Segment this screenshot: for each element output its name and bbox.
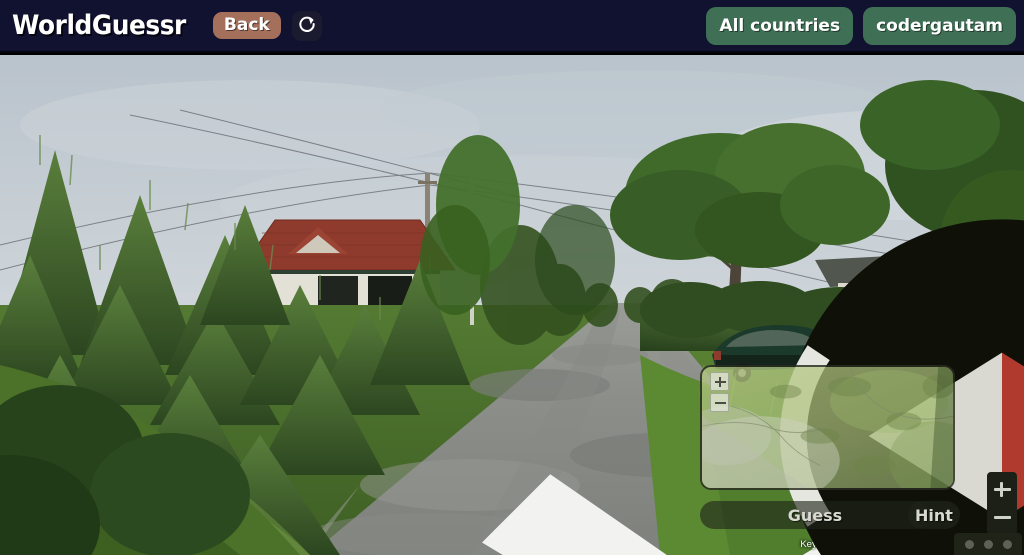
all-countries-button[interactable]: All countries — [706, 6, 854, 45]
back-button[interactable]: Back — [212, 12, 281, 39]
minimap-zoom-in-button[interactable] — [710, 372, 729, 391]
minimap-zoom-out-button[interactable] — [710, 393, 729, 412]
street-view-zoom-out-button[interactable] — [993, 508, 1012, 527]
compass-control[interactable] — [779, 218, 1024, 555]
reload-button[interactable] — [291, 10, 322, 41]
guess-minimap[interactable] — [700, 365, 955, 490]
minimap-satellite-image — [702, 367, 953, 488]
refresh-icon — [297, 14, 317, 37]
dot — [1002, 539, 1012, 549]
street-view-zoom-in-button[interactable] — [993, 480, 1012, 499]
header-right-group: All countries codergautam — [706, 6, 1016, 45]
dot — [983, 539, 993, 549]
account-username-button[interactable]: codergautam — [863, 6, 1016, 45]
street-view-zoom-controls — [987, 472, 1017, 535]
app-logo: WorldGuessr — [12, 10, 186, 41]
three-dots-icon[interactable] — [954, 533, 1022, 555]
guess-button[interactable]: Guess — [700, 501, 930, 529]
dot — [964, 539, 974, 549]
minimap-zoom-controls — [710, 372, 729, 412]
hint-button[interactable]: Hint — [908, 501, 960, 529]
top-header-bar: WorldGuessr Back All countries codergaut… — [0, 0, 1024, 53]
worldguessr-app: WorldGuessr Back All countries codergaut… — [0, 0, 1024, 555]
